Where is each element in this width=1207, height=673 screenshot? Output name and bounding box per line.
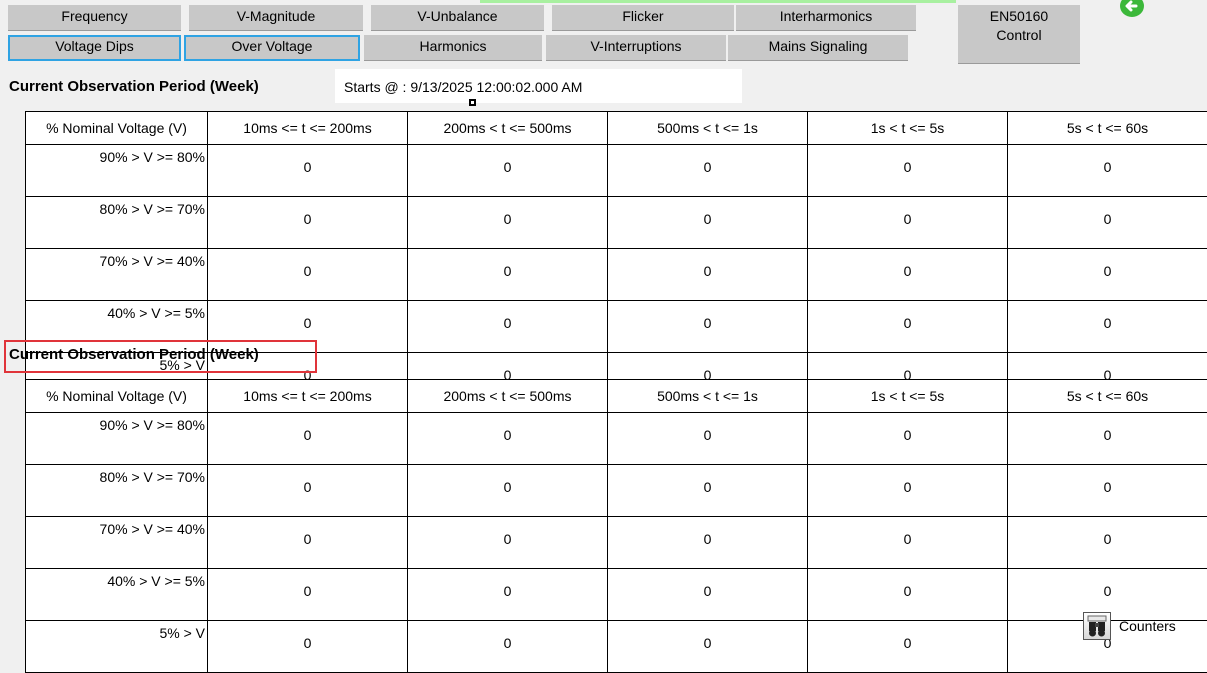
column-header: 1s < t <= 5s: [808, 112, 1008, 145]
top-status-strip: [480, 0, 956, 3]
counter-cell: 0: [608, 197, 808, 249]
table-row: 5% > V 0 0 0 0 0: [26, 621, 1207, 673]
tab-v-interruptions[interactable]: V-Interruptions: [546, 35, 726, 61]
counter-cell: 0: [608, 569, 808, 621]
counters-button[interactable]: Counters: [1083, 609, 1203, 643]
counter-cell: 0: [408, 517, 608, 569]
tab-voltage-dips[interactable]: Voltage Dips: [8, 35, 181, 61]
tab-frequency[interactable]: Frequency: [8, 5, 181, 31]
counter-cell: 0: [808, 413, 1008, 465]
tab-mains-signaling[interactable]: Mains Signaling: [728, 35, 908, 61]
row-label: 80% > V >= 70%: [26, 465, 208, 517]
counter-cell: 0: [408, 621, 608, 673]
counter-cell: 0: [408, 465, 608, 517]
tab-interharmonics[interactable]: Interharmonics: [736, 5, 916, 31]
counter-cell: 0: [208, 517, 408, 569]
counter-cell: 0: [608, 301, 808, 353]
table-row: 80% > V >= 70% 0 0 0 0 0: [26, 465, 1207, 517]
counter-cell: 0: [208, 413, 408, 465]
counter-cell: 0: [808, 621, 1008, 673]
tab-en50160-line1: EN50160: [958, 7, 1080, 26]
counter-cell: 0: [608, 413, 808, 465]
row-label: 70% > V >= 40%: [26, 249, 208, 301]
tab-harmonics[interactable]: Harmonics: [364, 35, 542, 61]
section2-title: Current Observation Period (Week): [9, 346, 259, 363]
table-row: 90% > V >= 80% 0 0 0 0 0: [26, 145, 1207, 197]
tab-over-voltage[interactable]: Over Voltage: [184, 35, 360, 61]
voltage-dips-table-previous: % Nominal Voltage (V) 10ms <= t <= 200ms…: [25, 379, 1207, 673]
table-header-row: % Nominal Voltage (V) 10ms <= t <= 200ms…: [26, 380, 1207, 413]
counter-cell: 0: [208, 197, 408, 249]
column-header-nominal-voltage: % Nominal Voltage (V): [26, 380, 208, 413]
counter-cell: 0: [1008, 301, 1207, 353]
table-header-row: % Nominal Voltage (V) 10ms <= t <= 200ms…: [26, 112, 1207, 145]
table-row: 80% > V >= 70% 0 0 0 0 0: [26, 197, 1207, 249]
counter-cell: 0: [1008, 517, 1207, 569]
counter-cell: 0: [1008, 197, 1207, 249]
table-row: 40% > V >= 5% 0 0 0 0 0: [26, 569, 1207, 621]
counter-cell: 0: [1008, 249, 1207, 301]
tab-flicker[interactable]: Flicker: [552, 5, 734, 31]
column-header: 200ms < t <= 500ms: [408, 380, 608, 413]
table-row: 70% > V >= 40% 0 0 0 0 0: [26, 517, 1207, 569]
row-label: 5% > V: [26, 621, 208, 673]
row-label: 70% > V >= 40%: [26, 517, 208, 569]
counter-cell: 0: [208, 249, 408, 301]
back-arrow-icon[interactable]: [1119, 0, 1145, 18]
row-label: 40% > V >= 5%: [26, 569, 208, 621]
column-header: 5s < t <= 60s: [1008, 380, 1207, 413]
section1-title: Current Observation Period (Week): [9, 78, 259, 95]
counter-cell: 0: [808, 197, 1008, 249]
counter-cell: 0: [1008, 413, 1207, 465]
counter-cell: 0: [608, 465, 808, 517]
counter-cell: 0: [608, 517, 808, 569]
counter-cell: 0: [808, 249, 1008, 301]
column-header: 500ms < t <= 1s: [608, 112, 808, 145]
counter-cell: 0: [608, 621, 808, 673]
column-header-nominal-voltage: % Nominal Voltage (V): [26, 112, 208, 145]
tab-en50160-line2: Control: [958, 26, 1080, 45]
column-header: 10ms <= t <= 200ms: [208, 112, 408, 145]
counters-label: Counters: [1119, 618, 1176, 634]
binoculars-icon: [1083, 612, 1111, 640]
counter-cell: 0: [808, 145, 1008, 197]
row-label: 80% > V >= 70%: [26, 197, 208, 249]
counter-cell: 0: [608, 145, 808, 197]
cursor-marker: [469, 99, 476, 106]
counter-cell: 0: [408, 145, 608, 197]
table-row: 90% > V >= 80% 0 0 0 0 0: [26, 413, 1207, 465]
tab-en50160-control[interactable]: EN50160 Control: [958, 5, 1080, 64]
counter-cell: 0: [1008, 145, 1207, 197]
counter-cell: 0: [208, 621, 408, 673]
counter-cell: 0: [808, 301, 1008, 353]
counter-cell: 0: [408, 301, 608, 353]
counter-cell: 0: [808, 465, 1008, 517]
starts-box: Starts @ : 9/13/2025 12:00:02.000 AM: [335, 69, 742, 103]
counter-cell: 0: [608, 249, 808, 301]
row-label: 90% > V >= 80%: [26, 145, 208, 197]
counter-cell: 0: [408, 413, 608, 465]
column-header: 200ms < t <= 500ms: [408, 112, 608, 145]
tab-v-magnitude[interactable]: V-Magnitude: [189, 5, 363, 31]
counter-cell: 0: [408, 249, 608, 301]
counter-cell: 0: [408, 569, 608, 621]
tab-v-unbalance[interactable]: V-Unbalance: [371, 5, 544, 31]
counter-cell: 0: [1008, 465, 1207, 517]
counter-cell: 0: [808, 569, 1008, 621]
column-header: 5s < t <= 60s: [1008, 112, 1207, 145]
observation-start-time: Starts @ : 9/13/2025 12:00:02.000 AM: [344, 79, 582, 95]
counter-cell: 0: [808, 517, 1008, 569]
table-row: 70% > V >= 40% 0 0 0 0 0: [26, 249, 1207, 301]
counter-cell: 0: [408, 197, 608, 249]
column-header: 10ms <= t <= 200ms: [208, 380, 408, 413]
counter-cell: 0: [208, 569, 408, 621]
column-header: 1s < t <= 5s: [808, 380, 1008, 413]
counter-cell: 0: [208, 145, 408, 197]
counter-cell: 0: [208, 465, 408, 517]
row-label: 90% > V >= 80%: [26, 413, 208, 465]
column-header: 500ms < t <= 1s: [608, 380, 808, 413]
